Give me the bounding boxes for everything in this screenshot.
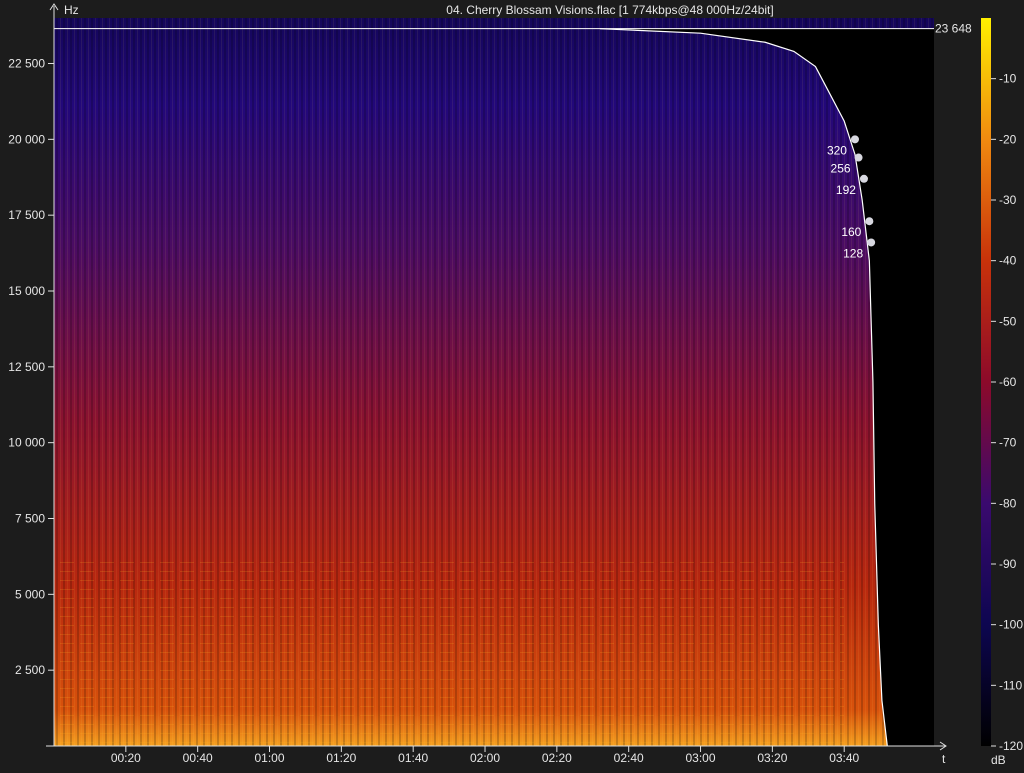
- colorbar-label: dB: [991, 753, 1006, 767]
- y-tick-label: 20 000: [8, 132, 45, 146]
- bitrate-marker-label: 160: [841, 225, 861, 239]
- bitrate-marker-label: 192: [836, 183, 856, 197]
- x-axis-ticks: 00:20 00:40 01:00 01:20 01:40 02:00 02:20 02:40…: [111, 746, 860, 765]
- colorbar-tick-label: -120: [999, 739, 1023, 753]
- colorbar: -10-20-30-40-50-60-70-80-90-100-110-120 …: [981, 18, 1023, 767]
- x-tick-label: 00:40: [183, 751, 213, 765]
- colorbar-ticks: -10 -20 -30 -40 -50 -60 -70 -80 -90 -100 -110 -120: [991, 72, 1023, 753]
- y-tick-label: 12 500: [8, 360, 45, 374]
- bitrate-marker-label: 320: [827, 143, 847, 157]
- y-tick-label: 5 000: [15, 587, 45, 601]
- colorbar-tick-label: -80: [999, 496, 1017, 510]
- bitrate-marker-dot: [867, 238, 876, 247]
- bitrate-marker-dot: [850, 135, 859, 144]
- colorbar-tick-label: -60: [999, 375, 1017, 389]
- y-axis-label: Hz: [64, 3, 79, 17]
- spectrogram-harmonics: [54, 560, 844, 746]
- spectrogram-view: 04. Cherry Blossam Visions.flac [1 774kb…: [0, 0, 1024, 768]
- colorbar-tick-label: -110: [999, 678, 1022, 692]
- colorbar-tick-label: -100: [999, 618, 1023, 632]
- colorbar-tick-label: -50: [999, 314, 1017, 328]
- x-tick-label: 03:20: [757, 751, 787, 765]
- spectrogram-chart: 04. Cherry Blossam Visions.flac [1 774kb…: [8, 3, 1023, 767]
- x-tick-label: 01:20: [326, 751, 356, 765]
- colorbar-tick-label: -30: [999, 193, 1017, 207]
- y-tick-label: 15 000: [8, 284, 45, 298]
- y-tick-label: 2 500: [15, 663, 45, 677]
- colorbar-tick-label: -20: [999, 132, 1017, 146]
- bitrate-marker-label: 256: [831, 162, 851, 176]
- chart-title: 04. Cherry Blossam Visions.flac [1 774kb…: [446, 3, 773, 17]
- x-tick-label: 01:40: [398, 751, 428, 765]
- x-tick-label: 03:40: [829, 751, 859, 765]
- y-tick-label: 17 500: [8, 208, 45, 222]
- x-tick-label: 00:20: [111, 751, 141, 765]
- plot-area: 23 648 320 256 192 160 128: [54, 18, 972, 747]
- bitrate-marker-dot: [859, 174, 868, 183]
- colorbar-tick-label: -90: [999, 557, 1017, 571]
- colorbar-tick-label: -10: [999, 72, 1017, 86]
- bitrate-marker-dot: [865, 217, 874, 226]
- max-frequency-label: 23 648: [935, 22, 972, 36]
- colorbar-tick-label: -40: [999, 254, 1017, 268]
- x-tick-label: 02:20: [542, 751, 572, 765]
- x-tick-label: 02:40: [614, 751, 644, 765]
- bitrate-marker-label: 128: [843, 246, 863, 260]
- y-tick-label: 7 500: [15, 512, 45, 526]
- y-tick-label: 22 500: [8, 57, 45, 71]
- colorbar-tick-label: -70: [999, 436, 1017, 450]
- bitrate-marker-dot: [854, 153, 863, 162]
- y-tick-label: 10 000: [8, 436, 45, 450]
- x-tick-label: 01:00: [254, 751, 284, 765]
- x-axis: t 00:20 00:40 01:00 01:20 01:40 02:00 02:20 02:…: [46, 741, 947, 766]
- x-axis-label: t: [942, 752, 946, 766]
- colorbar-gradient: [981, 18, 991, 746]
- y-axis-ticks: 2 500 5 000 7 500 10 000 12 500 15 000 17 500 2…: [8, 57, 54, 677]
- x-tick-label: 03:00: [686, 751, 716, 765]
- x-tick-label: 02:00: [470, 751, 500, 765]
